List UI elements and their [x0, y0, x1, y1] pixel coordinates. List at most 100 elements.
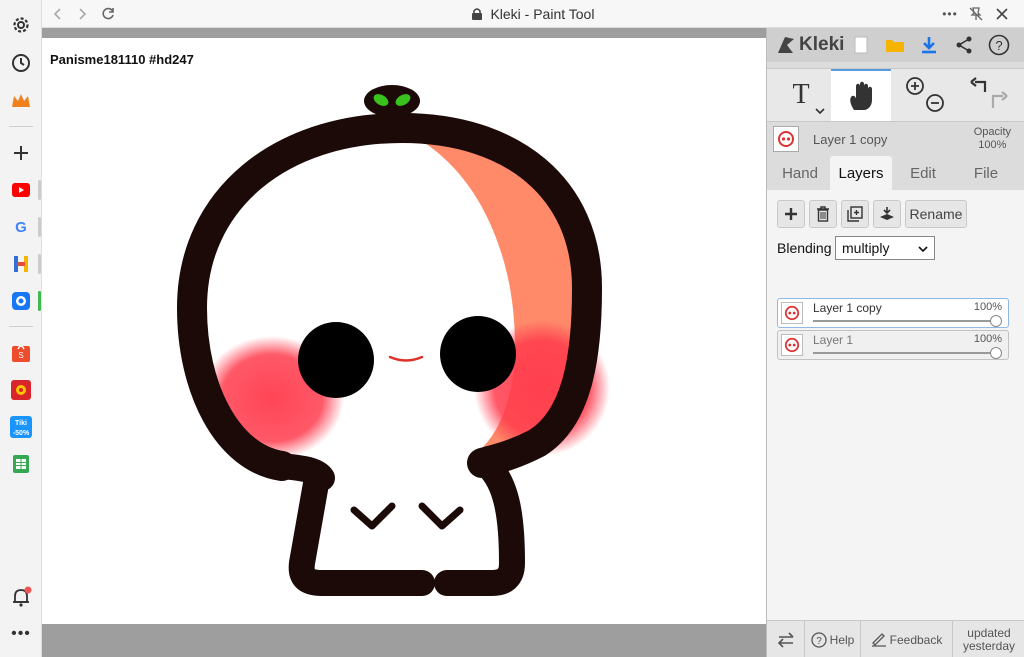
messenger-icon[interactable] — [8, 288, 34, 314]
kleki-logo-text: Kleki — [799, 34, 845, 55]
download-icon[interactable] — [917, 33, 941, 57]
blending-value: multiply — [842, 240, 890, 256]
help-icon[interactable]: ? — [987, 33, 1011, 57]
gear-icon[interactable] — [8, 12, 34, 38]
eye-right — [440, 316, 516, 392]
duplicate-layer-button[interactable] — [841, 200, 869, 228]
opacity-label: Opacity — [973, 126, 1011, 138]
canvas-label: Panisme181110 #hd247 — [50, 52, 194, 67]
canvas-area[interactable]: Panisme181110 #hd247 — [42, 28, 766, 657]
hand-left — [350, 502, 396, 530]
redo-icon[interactable] — [991, 91, 1008, 108]
share-icon[interactable] — [952, 33, 976, 57]
layer-opacity-slider[interactable] — [813, 320, 996, 322]
more-icon[interactable]: ••• — [8, 621, 34, 647]
svg-text:S: S — [18, 351, 23, 360]
new-image-icon[interactable] — [849, 33, 873, 57]
panel-header: Kleki ? — [767, 28, 1024, 62]
help-label: Help — [829, 632, 855, 647]
plus-icon — [785, 208, 797, 220]
layer-name: Layer 1 — [813, 333, 854, 347]
layers-panel: Rename Blending multiply Layer 1 copy 10… — [767, 190, 1024, 620]
add-layer-button[interactable] — [777, 200, 805, 228]
current-layer-opacity: Opacity 100% — [974, 126, 1011, 152]
zoom-tools — [895, 69, 955, 121]
opacity-value: 100% — [978, 139, 1007, 151]
layer-name: Layer 1 copy — [813, 301, 882, 315]
character-drawing — [176, 85, 610, 596]
layer-opacity-slider[interactable] — [813, 352, 996, 354]
hand-icon — [850, 81, 872, 110]
youtube-icon[interactable] — [8, 177, 34, 203]
merge-down-button[interactable] — [873, 200, 901, 228]
unpin-icon[interactable] — [966, 4, 986, 24]
tab-layers[interactable]: Layers — [830, 156, 892, 190]
chevron-down-icon — [918, 246, 928, 253]
layer-thumbnail — [773, 126, 799, 152]
feedback-label: Feedback — [889, 632, 943, 647]
swap-side-button[interactable] — [767, 621, 805, 657]
bell-icon[interactable] — [8, 584, 34, 610]
tab-edit[interactable]: Edit — [893, 156, 953, 190]
layer-opacity-knob[interactable] — [990, 347, 1002, 359]
history-tools — [959, 69, 1019, 121]
text-tool-icon: T — [792, 79, 810, 110]
blending-label: Blending — [777, 240, 832, 256]
add-icon[interactable] — [8, 140, 34, 166]
swap-icon — [777, 631, 794, 648]
body-right — [434, 457, 525, 596]
chevron-down-icon[interactable] — [815, 107, 825, 115]
panel-tabs: Hand Layers Edit File — [767, 156, 1024, 190]
browser-sidebar: G S Tiki -50% ••• — [0, 0, 42, 657]
undo-icon[interactable] — [970, 77, 987, 92]
kleki-logo[interactable]: Kleki — [775, 34, 844, 56]
lock-icon — [471, 6, 491, 22]
layer-thumbnail — [781, 302, 803, 324]
zoom-out-icon[interactable] — [926, 94, 944, 112]
svg-text:?: ? — [995, 38, 1002, 53]
open-folder-icon[interactable] — [883, 33, 907, 57]
shopee-icon[interactable]: S — [8, 340, 34, 366]
toolbar: T — [767, 68, 1024, 122]
hand-tool[interactable] — [831, 69, 891, 121]
eye-left — [298, 322, 374, 398]
text-tool[interactable]: T — [773, 69, 829, 121]
crown-icon[interactable] — [8, 88, 34, 114]
layer-opacity-knob[interactable] — [990, 315, 1002, 327]
merge-down-icon — [880, 207, 894, 220]
panel-footer: ? Help Feedback updated yesterday — [767, 620, 1024, 657]
tab-file[interactable]: File — [955, 156, 1017, 190]
rename-button[interactable]: Rename — [905, 200, 967, 228]
h-app-icon[interactable] — [8, 251, 34, 277]
sprout-base — [364, 85, 420, 117]
changelog-link[interactable]: updated yesterday — [953, 621, 1024, 657]
layer-row[interactable]: Layer 1 100% — [777, 330, 1009, 360]
current-layer-info: Layer 1 copy Opacity 100% — [767, 124, 1024, 156]
tab-hand[interactable]: Hand — [771, 156, 829, 190]
kleki-logo-icon — [778, 37, 794, 53]
trash-icon — [817, 206, 829, 222]
hand-right — [418, 502, 464, 530]
updated-line2: yesterday — [962, 638, 1016, 653]
kleki-panel: Kleki ? T Layer 1 copy Opacity 100% Hand… — [766, 28, 1024, 657]
delete-layer-button[interactable] — [809, 200, 837, 228]
layer-row[interactable]: Layer 1 copy 100% — [777, 298, 1009, 328]
history-icon[interactable] — [8, 50, 34, 76]
blending-select[interactable]: multiply — [835, 236, 935, 260]
feedback-icon — [871, 632, 886, 647]
drawing-canvas[interactable]: Panisme181110 #hd247 — [42, 38, 766, 624]
google-icon[interactable]: G — [8, 214, 34, 240]
tiki-badge: -50% — [13, 430, 30, 437]
close-icon[interactable] — [992, 4, 1012, 24]
feedback-button[interactable]: Feedback — [861, 621, 953, 657]
sheets-icon[interactable] — [8, 451, 34, 477]
menu-dots-icon[interactable]: ••• — [940, 4, 960, 24]
body-left — [288, 465, 435, 596]
tiki-icon[interactable]: Tiki -50% — [8, 414, 34, 440]
zoom-in-icon[interactable] — [906, 77, 924, 95]
updated-line1: updated — [967, 625, 1011, 640]
game-icon[interactable] — [8, 377, 34, 403]
mouth — [388, 355, 424, 362]
help-icon: ? — [811, 631, 827, 648]
help-button[interactable]: ? Help — [805, 621, 861, 657]
